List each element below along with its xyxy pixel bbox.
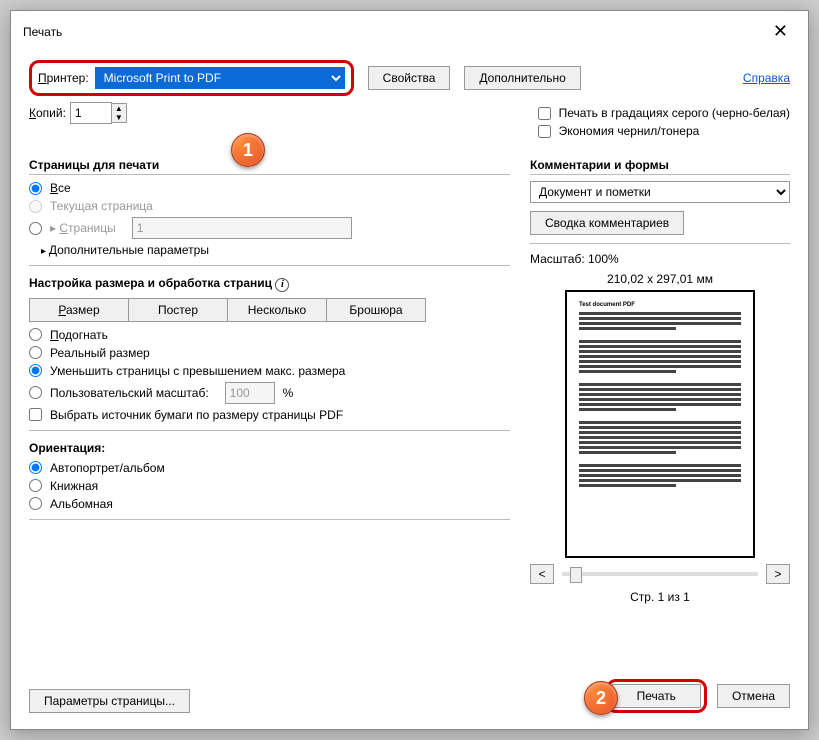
page-indicator: Стр. 1 из 1 [530,590,790,604]
comments-summary-button[interactable]: Сводка комментариев [530,211,684,235]
mode-poster-button[interactable]: Постер [128,298,228,322]
orient-portrait-radio[interactable] [29,479,42,492]
printer-select[interactable]: Microsoft Print to PDF [95,67,345,89]
dialog-title: Печать [23,25,62,39]
save-ink-checkbox[interactable] [538,125,551,138]
page-setup-button[interactable]: Параметры страницы... [29,689,190,713]
pages-range-input [132,217,352,239]
comments-section-title: Комментарии и формы [530,158,790,175]
handling-section-title: Настройка размера и обработка страниц i [29,276,510,292]
orient-landscape-label: Альбомная [50,497,113,511]
help-link[interactable]: Справка [743,71,790,85]
print-dialog: Печать ✕ Принтер: Microsoft Print to PDF… [10,10,809,730]
custom-label: Пользовательский масштаб: [50,386,209,400]
pages-all-label: Все [50,181,71,195]
spinner-down-icon[interactable]: ▼ [112,113,126,122]
preview-scale: Масштаб: 100% [530,252,790,266]
comments-select[interactable]: Документ и пометки [530,181,790,203]
step-badge-1: 1 [231,133,265,167]
info-icon[interactable]: i [275,278,289,292]
orient-landscape-radio[interactable] [29,497,42,510]
close-icon[interactable]: ✕ [765,19,796,44]
pages-range-label: ▸ Страницы [50,221,116,235]
orient-auto-label: Автопортрет/альбом [50,461,165,475]
pages-range-radio[interactable] [29,222,42,235]
save-ink-label: Экономия чернил/тонера [559,124,700,138]
mode-size-button[interactable]: Размер [29,298,129,322]
pages-current-label: Текущая страница [50,199,153,213]
step-badge-2: 2 [584,681,618,715]
copies-input[interactable] [70,102,112,124]
paper-source-checkbox[interactable] [29,408,42,421]
shrink-label: Уменьшить страницы с превышением макс. р… [50,364,345,378]
actual-radio[interactable] [29,346,42,359]
pages-all-radio[interactable] [29,182,42,195]
grayscale-checkbox[interactable] [538,107,551,120]
custom-scale-input [225,382,275,404]
handling-mode-group: Размер Постер Несколько Брошюра [29,298,510,322]
fit-radio[interactable] [29,328,42,341]
paper-source-label: Выбрать источник бумаги по размеру стран… [50,408,343,422]
pages-more-toggle[interactable]: Дополнительные параметры [41,243,510,257]
custom-radio[interactable] [29,386,42,399]
properties-button[interactable]: Свойства [368,66,451,90]
grayscale-label: Печать в градациях серого (черно-белая) [559,106,790,120]
shrink-radio[interactable] [29,364,42,377]
printer-highlight: Принтер: Microsoft Print to PDF [29,60,354,96]
next-page-button[interactable]: > [766,564,790,584]
mode-booklet-button[interactable]: Брошюра [326,298,426,322]
orientation-title: Ориентация: [29,441,510,455]
preview-dimensions: 210,02 x 297,01 мм [530,272,790,286]
orient-portrait-label: Книжная [50,479,98,493]
spinner-up-icon[interactable]: ▲ [112,104,126,113]
orient-auto-radio[interactable] [29,461,42,474]
custom-unit: % [283,386,294,400]
titlebar: Печать ✕ [11,11,808,52]
actual-label: Реальный размер [50,346,150,360]
preview-slider[interactable] [562,572,758,576]
fit-label: Подогнать [50,328,108,342]
preview-page: Test document PDF [565,290,755,558]
advanced-button[interactable]: Дополнительно [464,66,580,90]
prev-page-button[interactable]: < [530,564,554,584]
cancel-button[interactable]: Отмена [717,684,790,708]
print-button[interactable]: Печать [612,684,701,708]
pages-section-title: Страницы для печати [29,158,510,175]
printer-label: Принтер: [38,71,89,85]
copies-spinner[interactable]: ▲▼ [70,102,127,124]
print-highlight: Печать [606,679,707,713]
pages-current-radio [29,200,42,213]
copies-label: Копий: [29,106,66,120]
mode-multiple-button[interactable]: Несколько [227,298,327,322]
